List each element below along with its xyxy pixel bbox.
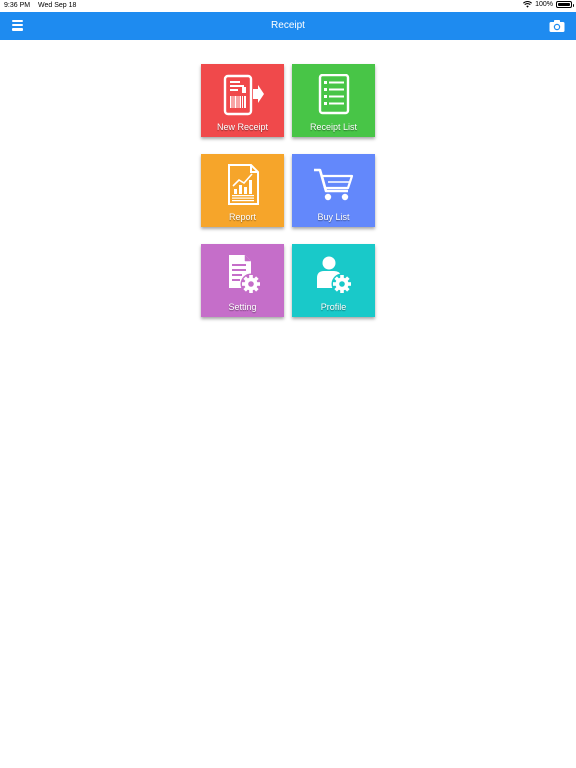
tile-label: Setting [228, 302, 257, 312]
tile-label: Receipt List [309, 122, 358, 132]
nav-bar: Receipt [0, 12, 576, 40]
shopping-cart-icon [313, 168, 353, 201]
new-receipt-icon [223, 74, 264, 116]
tile-label: Buy List [317, 212, 350, 222]
setting-tile[interactable]: Setting [201, 244, 284, 317]
tile-label: Profile [320, 302, 347, 312]
receipt-list-tile[interactable]: Receipt List [292, 64, 375, 137]
status-time: 9:36 PM [4, 2, 31, 9]
status-date: Wed Sep 18 [38, 2, 77, 9]
page-title: Receipt [271, 20, 305, 31]
tile-label: New Receipt [216, 122, 269, 132]
status-bar: 9:36 PM Wed Sep 18 100% [0, 0, 576, 12]
document-gear-icon [228, 255, 261, 295]
wifi-icon [523, 1, 533, 8]
profile-tile[interactable]: Profile [292, 244, 375, 317]
status-right: 100% [523, 1, 574, 8]
buy-list-tile[interactable]: Buy List [292, 154, 375, 227]
receipt-list-icon [318, 74, 349, 115]
status-left: 9:36 PM Wed Sep 18 [4, 2, 82, 9]
user-gear-icon [316, 256, 352, 295]
new-receipt-tile[interactable]: New Receipt [201, 64, 284, 137]
battery-percent: 100% [535, 1, 553, 8]
camera-icon[interactable] [549, 19, 565, 33]
report-chart-icon [227, 164, 259, 205]
report-tile[interactable]: Report [201, 154, 284, 227]
battery-icon [556, 1, 574, 8]
tile-label: Report [228, 212, 256, 222]
